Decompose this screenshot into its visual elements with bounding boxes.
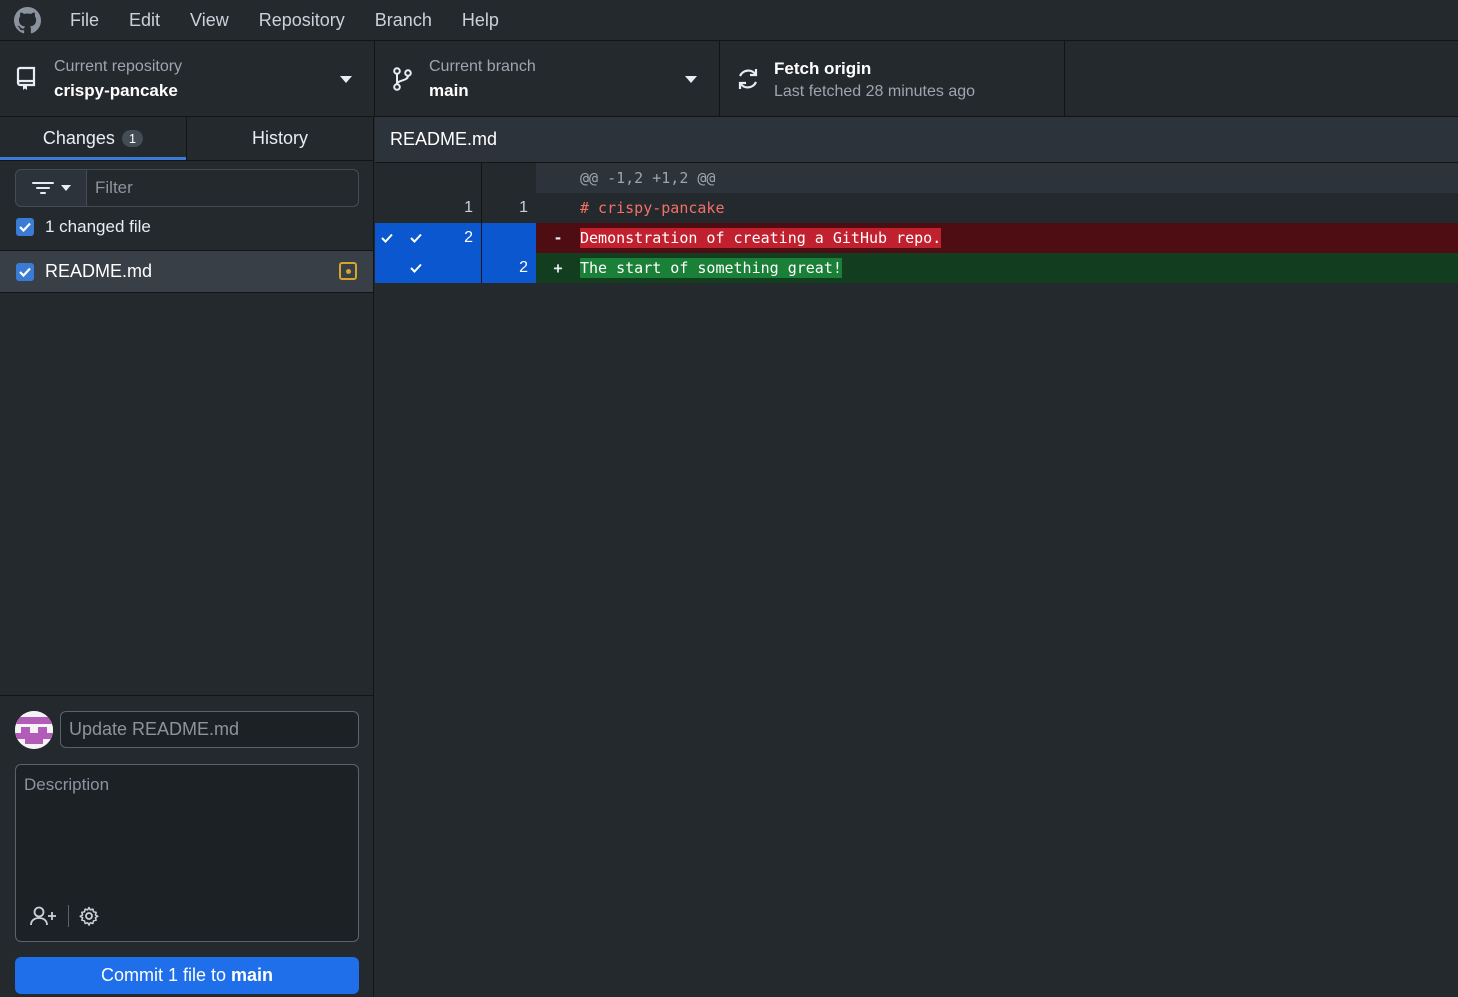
diff-view: README.md @@ -1,2 +1,2 @@ 1 1 # crispy-p… (375, 117, 1458, 997)
diff-marker (536, 193, 580, 223)
branch-name: main (429, 81, 469, 100)
diff-file-name: README.md (390, 129, 498, 149)
repo-label: Current repository (54, 58, 183, 75)
diff-line-code: Demonstration of creating a GitHub repo. (580, 223, 942, 253)
current-repository-button[interactable]: Current repository crispy-pancake (0, 41, 375, 116)
diff-line-code: The start of something great! (580, 253, 842, 283)
diff-line-text: The start of something great! (580, 258, 842, 278)
hunk-select-handle[interactable] (375, 223, 399, 253)
menu-branch[interactable]: Branch (360, 0, 447, 41)
fetch-status: Last fetched 28 minutes ago (774, 83, 976, 100)
commit-description-box (15, 764, 359, 942)
diff-line-text: Demonstration of creating a GitHub repo. (580, 228, 942, 248)
gutter-select (375, 193, 399, 223)
modified-icon (339, 262, 357, 280)
changes-count-badge: 1 (121, 130, 144, 147)
toolbar: Current repository crispy-pancake Curren… (0, 41, 1458, 117)
old-line-number: 1 (464, 199, 473, 216)
gutter-old[interactable] (399, 253, 482, 283)
commit-description-input[interactable] (16, 765, 358, 895)
changed-files-summary: 1 changed file (45, 217, 151, 236)
commit-button-branch: main (231, 965, 274, 985)
filter-input[interactable] (87, 169, 359, 207)
hunk-header-row: @@ -1,2 +1,2 @@ (375, 163, 1458, 193)
diff-line: 1 1 # crispy-pancake (375, 193, 1458, 223)
fetch-title: Fetch origin (774, 59, 872, 78)
menu-bar: File Edit View Repository Branch Help (0, 0, 1458, 41)
chevron-down-icon (61, 185, 71, 191)
check-icon (409, 231, 429, 245)
tab-changes[interactable]: Changes 1 (0, 117, 187, 160)
commit-button-label: Commit 1 file to (100, 965, 227, 985)
list-item[interactable]: README.md (0, 250, 373, 293)
sidebar: Changes 1 History 1 changed file README.… (0, 117, 374, 997)
gutter-old: 1 (399, 193, 482, 223)
check-icon (381, 233, 393, 243)
gutter-new[interactable] (482, 223, 536, 253)
sidebar-tabs: Changes 1 History (0, 117, 373, 161)
toolbar-divider (68, 905, 69, 927)
old-line-number: 2 (464, 229, 473, 246)
file-name: README.md (45, 261, 153, 281)
commit-panel: Commit 1 file to main (0, 695, 373, 997)
diff-file-header: README.md (375, 117, 1458, 163)
diff-marker (536, 163, 580, 193)
menu-edit[interactable]: Edit (114, 0, 175, 41)
diff-line-added[interactable]: 2 + The start of something great! (375, 253, 1458, 283)
repo-name: crispy-pancake (54, 81, 178, 100)
repo-icon (16, 66, 38, 92)
current-branch-button[interactable]: Current branch main (375, 41, 720, 116)
gutter-new[interactable]: 2 (482, 253, 536, 283)
filter-options-button[interactable] (15, 169, 87, 207)
gutter-new: 1 (482, 193, 536, 223)
gutter-new (482, 163, 536, 193)
menu-help[interactable]: Help (447, 0, 514, 41)
hunk-header: @@ -1,2 +1,2 @@ (580, 169, 716, 187)
diff-line-deleted[interactable]: 2 - Demonstration of creating a GitHub r… (375, 223, 1458, 253)
hunk-select-handle[interactable] (375, 253, 399, 283)
gutter-old (399, 163, 482, 193)
file-checkbox[interactable] (16, 262, 34, 281)
menu-file[interactable]: File (55, 0, 114, 41)
new-line-number: 1 (519, 199, 528, 216)
tab-history-label: History (251, 128, 308, 148)
description-toolbar (30, 905, 99, 927)
branch-label: Current branch (429, 58, 536, 75)
gear-icon[interactable] (79, 906, 99, 926)
chevron-down-icon (340, 76, 352, 83)
add-coauthor-icon[interactable] (30, 905, 58, 927)
commit-summary-input[interactable] (60, 711, 359, 748)
fetch-origin-button[interactable]: Fetch origin Last fetched 28 minutes ago (720, 41, 1065, 116)
chevron-down-icon (685, 76, 697, 83)
filter-icon (31, 181, 55, 195)
branch-icon (391, 66, 413, 92)
tab-history[interactable]: History (187, 117, 373, 160)
sync-icon (736, 66, 758, 92)
check-icon (409, 261, 429, 275)
gutter-select (375, 163, 399, 193)
diff-marker: + (553, 259, 563, 277)
new-line-number: 2 (519, 259, 528, 276)
diff-marker: - (553, 229, 563, 247)
avatar (15, 711, 53, 749)
menu-view[interactable]: View (175, 0, 244, 41)
select-all-row: 1 changed file (16, 217, 151, 237)
github-logo-icon (14, 6, 41, 34)
commit-button[interactable]: Commit 1 file to main (15, 957, 359, 994)
select-all-checkbox[interactable] (16, 218, 34, 236)
tab-changes-label: Changes (42, 128, 115, 148)
diff-line-text: # crispy-pancake (580, 199, 725, 217)
menu-repository[interactable]: Repository (244, 0, 360, 41)
gutter-old[interactable]: 2 (399, 223, 482, 253)
filter-row (15, 169, 359, 207)
